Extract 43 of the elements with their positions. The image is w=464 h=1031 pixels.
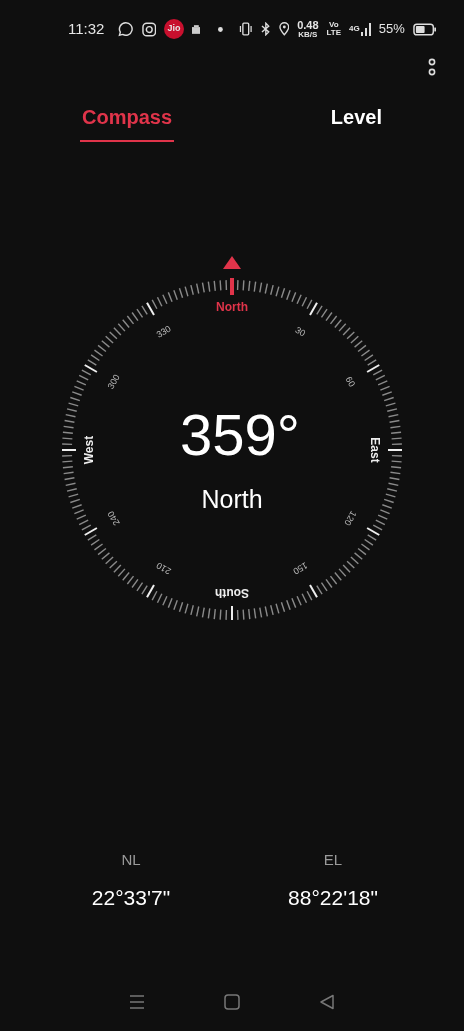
tab[interactable]: Level: [328, 94, 384, 142]
coordinate-label: NL: [121, 850, 141, 870]
coordinate-label: EL: [323, 850, 343, 870]
dial-label: 150: [291, 560, 310, 577]
dial-label: 120: [342, 509, 359, 528]
vibrate-icon: [239, 22, 253, 36]
volte-label: Vo: [329, 21, 339, 29]
dial-label: 30: [293, 324, 308, 339]
dial-label: South: [215, 585, 249, 600]
dial-label: North: [216, 300, 248, 315]
dial-label: 60: [343, 374, 358, 389]
speed-unit: KB/S: [298, 30, 318, 39]
dot-icon: [218, 26, 224, 32]
volte-label: LTE: [326, 29, 342, 37]
coordinate-value: 88°22'18": [288, 884, 378, 911]
battery-icon: [412, 22, 436, 36]
signal-icon: [360, 22, 371, 36]
home-icon[interactable]: [224, 994, 240, 1010]
dial-label: 300: [105, 372, 122, 391]
location-pin-icon: [278, 22, 290, 36]
menu-icon[interactable]: [129, 994, 146, 1010]
dial-label: West: [82, 435, 97, 465]
coordinate-value: 22°33'7": [91, 884, 171, 911]
bluetooth-icon: [260, 22, 271, 36]
camera-icon: [141, 21, 157, 37]
heading-degrees: 359°: [180, 402, 300, 467]
tab[interactable]: Compass: [80, 94, 175, 142]
pointer-icon: [223, 256, 241, 269]
network-type: 4G: [349, 22, 360, 35]
battery-percent: 55%: [378, 20, 405, 39]
carrier-badge: Jio: [164, 19, 184, 39]
north-marker: [230, 278, 234, 295]
dial-label: 210: [154, 560, 173, 577]
direction-label: North: [201, 485, 263, 513]
dial-label: East: [367, 437, 382, 463]
notification-icon: [191, 24, 201, 34]
chat-bubble-icon: [118, 21, 134, 37]
dial-label: 240: [105, 509, 122, 528]
more-options-icon[interactable]: [428, 58, 436, 76]
data-speed: 0.48: [297, 19, 319, 31]
dial-label: 330: [154, 323, 173, 340]
clock: 11:32: [68, 18, 105, 39]
back-icon[interactable]: [318, 994, 335, 1010]
